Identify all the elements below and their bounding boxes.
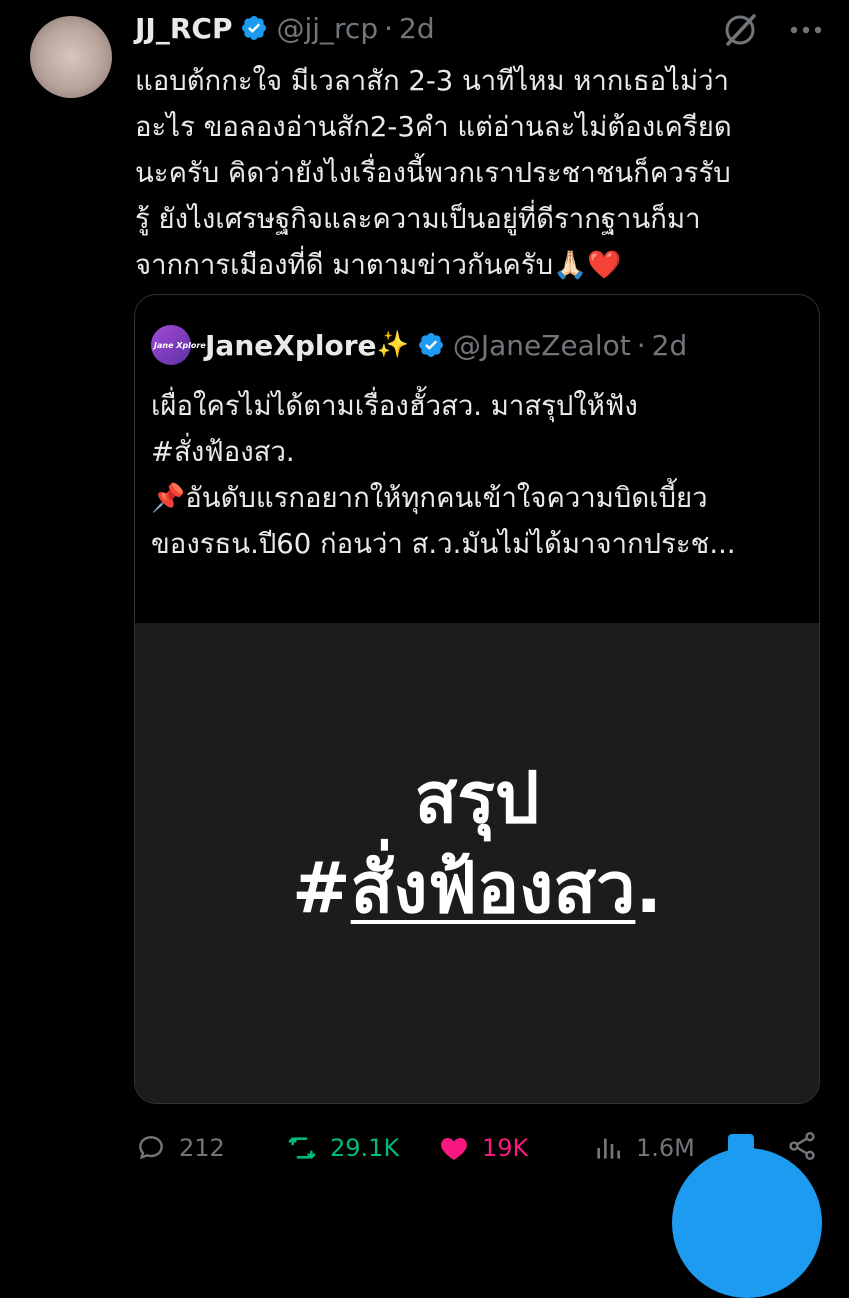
quoted-time[interactable]: 2d	[652, 329, 688, 362]
image-hashtag: #สั่งฟ้องสว.	[292, 843, 662, 933]
tweet-time[interactable]: 2d	[399, 12, 435, 45]
image-title: สรุป	[414, 757, 540, 839]
like-button[interactable]: 19K	[438, 1132, 528, 1164]
reply-icon	[139, 1136, 163, 1160]
reply-button[interactable]: 212	[135, 1132, 225, 1164]
quoted-author-name[interactable]: JaneXplore	[205, 329, 377, 362]
quoted-image[interactable]: สรุป #สั่งฟ้องสว.	[135, 623, 819, 1103]
retweet-count: 29.1K	[330, 1134, 400, 1162]
tweet-header: JJ_RCP @jj_rcp · 2d	[135, 10, 435, 46]
image-period: .	[635, 847, 662, 929]
author-avatar[interactable]	[30, 16, 112, 98]
pin-emoji: 📌	[151, 482, 186, 514]
quoted-author-handle[interactable]: @JaneZealot	[453, 329, 631, 362]
quoted-header: Jane Xplore JaneXplore ✨ @JaneZealot · 2…	[151, 325, 687, 365]
image-hashtag-text: สั่งฟ้องสว	[350, 847, 636, 929]
separator-dot: ·	[636, 328, 646, 362]
views-count: 1.6M	[636, 1134, 695, 1162]
tweet-text: แอบต้กกะใจ มีเวลาสัก 2-3 นาทีไหม หากเธอไ…	[135, 65, 732, 281]
views-button[interactable]: 1.6M	[592, 1132, 695, 1164]
quoted-text: เผื่อใครไม่ได้ตามเรื่องฮั้วสว. มาสรุปให้…	[151, 383, 811, 567]
verified-badge-icon	[418, 333, 443, 357]
author-handle[interactable]: @jj_rcp	[276, 12, 378, 45]
more-options-icon[interactable]	[786, 10, 826, 50]
separator-dot: ·	[384, 11, 393, 45]
quoted-text-part1: เผื่อใครไม่ได้ตามเรื่องฮั้วสว. มาสรุปให้…	[151, 390, 638, 468]
retweet-icon	[288, 1137, 316, 1159]
compose-fab-button[interactable]	[672, 1148, 822, 1298]
retweet-button[interactable]: 29.1K	[286, 1132, 399, 1164]
share-icon[interactable]	[786, 1130, 818, 1162]
reply-count: 212	[179, 1134, 225, 1162]
quoted-avatar-text: Jane Xplore	[154, 340, 206, 350]
heart-icon	[441, 1138, 467, 1160]
quoted-text-part2: อันดับแรกอยากให้ทุกคนเข้าใจความบิดเบี้ยว…	[151, 482, 736, 560]
views-chart-icon	[597, 1138, 620, 1159]
author-name[interactable]: JJ_RCP	[135, 12, 232, 45]
like-count: 19K	[482, 1134, 529, 1162]
image-hash: #	[292, 847, 351, 929]
quoted-tweet[interactable]: Jane Xplore JaneXplore ✨ @JaneZealot · 2…	[134, 294, 820, 1104]
grok-icon[interactable]	[720, 10, 760, 50]
sparkle-emoji: ✨	[376, 330, 409, 360]
verified-badge-icon	[242, 16, 267, 40]
quoted-avatar[interactable]: Jane Xplore	[151, 325, 206, 365]
